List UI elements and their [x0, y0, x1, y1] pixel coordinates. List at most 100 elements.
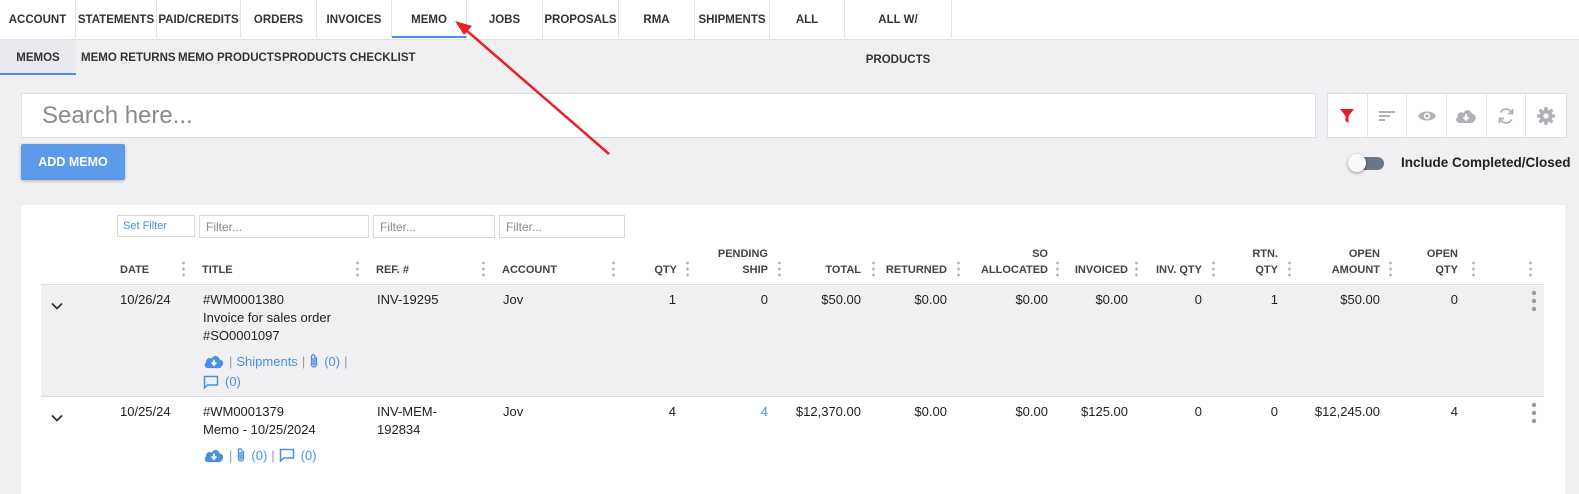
col-rtn-qty-resize[interactable] [1288, 260, 1291, 277]
set-filter-button[interactable]: Set Filter [117, 215, 195, 237]
tab-all-with-products[interactable]: ALL W/ PRODUCTS [845, 0, 952, 66]
cloud-download-icon[interactable] [1447, 94, 1487, 137]
col-total[interactable]: TOTAL [800, 262, 861, 278]
cloud-download-icon[interactable] [203, 448, 225, 463]
col-pending-ship-resize[interactable] [778, 260, 781, 277]
subtab-memos[interactable]: MEMOS [0, 40, 76, 75]
add-memo-button[interactable]: ADD MEMO [21, 144, 125, 180]
col-invoiced[interactable]: INVOICED [1065, 262, 1128, 278]
col-qty-resize[interactable] [686, 260, 689, 277]
chevron-down-icon[interactable] [49, 410, 65, 426]
paperclip-icon[interactable] [236, 447, 246, 463]
row-title-line: #SO0001097 [203, 328, 280, 343]
tab-proposals[interactable]: PROPOSALS [543, 0, 619, 38]
refresh-icon[interactable] [1487, 94, 1527, 137]
tab-account[interactable]: ACCOUNT [0, 0, 76, 38]
col-pending-ship-line1: PENDING [717, 248, 768, 260]
row-actions: | (0) | (0) [203, 447, 317, 463]
row-menu-icon[interactable] [1529, 289, 1539, 313]
col-rtn-qty-line1: RTN. [1252, 248, 1278, 260]
row-menu-icon[interactable] [1529, 401, 1539, 425]
row-open-qty: 0 [1450, 292, 1458, 307]
tab-shipments[interactable]: SHIPMENTS [695, 0, 770, 38]
search-input[interactable] [21, 93, 1316, 138]
include-completed-toggle[interactable] [1348, 154, 1384, 172]
tab-statements[interactable]: STATEMENTS [76, 0, 157, 38]
top-nav: ACCOUNT STATEMENTS PAID/CREDITS ORDERS I… [0, 0, 1579, 66]
cloud-download-icon[interactable] [203, 354, 225, 369]
attachments-count[interactable]: (0) [251, 448, 267, 463]
row-so-allocated: $0.00 [1015, 292, 1048, 307]
comment-icon[interactable] [203, 375, 219, 389]
row-date: 10/26/24 [120, 292, 171, 307]
tab-paid-credits[interactable]: PAID/CREDITS [157, 0, 241, 38]
gear-icon[interactable] [1526, 94, 1566, 137]
eye-icon[interactable] [1407, 94, 1448, 137]
tab-jobs[interactable]: JOBS [467, 0, 543, 38]
ref-filter-input[interactable] [373, 215, 495, 238]
comment-icon[interactable] [279, 448, 295, 462]
row-ref: INV-MEM- [377, 404, 437, 419]
col-rtn-qty-line2: QTY [1255, 264, 1278, 276]
row-invoiced: $125.00 [1081, 404, 1128, 419]
row-date: 10/25/24 [120, 404, 171, 419]
row-title-line: Memo - 10/25/2024 [203, 422, 316, 437]
col-open-amount-resize[interactable] [1389, 260, 1392, 277]
account-filter-input[interactable] [499, 215, 625, 238]
col-so-allocated-resize[interactable] [1056, 260, 1059, 277]
row-open-amount: $50.00 [1340, 292, 1380, 307]
col-account[interactable]: ACCOUNT [502, 262, 557, 278]
tab-all[interactable]: ALL [770, 0, 845, 38]
col-open-qty-line2: QTY [1435, 264, 1458, 276]
row-account: Jov [503, 404, 524, 419]
col-account-resize[interactable] [612, 260, 615, 277]
subtab-memo-products[interactable]: MEMO PRODUCTS [178, 40, 282, 75]
col-pending-ship-line2: SHIP [742, 264, 768, 276]
row-open-amount: $12,245.00 [1314, 404, 1380, 419]
col-ref[interactable]: REF. # [376, 262, 409, 278]
col-date-resize[interactable] [182, 260, 185, 277]
row-ref-line2: 192834 [377, 422, 421, 437]
col-title[interactable]: TITLE [202, 262, 233, 278]
tab-rma[interactable]: RMA [619, 0, 695, 38]
attachments-count[interactable]: (0) [324, 354, 340, 369]
subtab-products-checklist[interactable]: PRODUCTS CHECKLIST [282, 40, 416, 75]
row-total: $12,370.00 [795, 404, 861, 419]
row-title-line: Invoice for sales order [203, 310, 331, 325]
col-title-resize[interactable] [356, 260, 359, 277]
col-total-resize[interactable] [872, 260, 875, 277]
row-qty: 1 [668, 292, 676, 307]
comments-count[interactable]: (0) [301, 448, 317, 463]
row-inv-qty: 0 [1194, 292, 1202, 307]
tab-orders[interactable]: ORDERS [241, 0, 317, 38]
filter-icon[interactable] [1328, 94, 1368, 137]
row-comments: (0) [203, 374, 241, 389]
col-open-qty-resize[interactable] [1472, 260, 1475, 277]
col-date[interactable]: DATE [120, 262, 149, 278]
col-actions-menu[interactable] [1529, 260, 1532, 277]
subtab-memo-returns[interactable]: MEMO RETURNS [81, 40, 176, 75]
tab-memo[interactable]: MEMO [392, 0, 467, 38]
sort-icon[interactable] [1368, 94, 1408, 137]
row-title-number: #WM0001380 [203, 292, 284, 307]
chevron-down-icon[interactable] [49, 298, 65, 314]
col-inv-qty[interactable]: INV. QTY [1145, 262, 1202, 278]
tab-invoices[interactable]: INVOICES [317, 0, 392, 38]
col-returned[interactable]: RETURNED [880, 262, 947, 278]
col-open-amount-line1: OPEN [1348, 248, 1380, 260]
title-filter-input[interactable] [199, 215, 369, 238]
col-open-amount-line2: AMOUNT [1331, 264, 1380, 276]
row-pending-ship-link[interactable]: 4 [700, 403, 768, 421]
include-completed-label: Include Completed/Closed [1401, 155, 1571, 170]
shipments-link[interactable]: Shipments [236, 354, 297, 369]
col-inv-qty-resize[interactable] [1212, 260, 1215, 277]
paperclip-icon[interactable] [309, 353, 319, 369]
col-invoiced-resize[interactable] [1135, 260, 1138, 277]
row-actions: | Shipments | (0) | [203, 353, 351, 369]
col-ref-resize[interactable] [482, 260, 485, 277]
col-returned-resize[interactable] [957, 260, 960, 277]
grid-toolbar [1327, 93, 1567, 138]
col-qty[interactable]: QTY [620, 262, 677, 278]
comments-count[interactable]: (0) [225, 374, 241, 389]
col-so-allocated-line1: SO [1032, 248, 1048, 260]
